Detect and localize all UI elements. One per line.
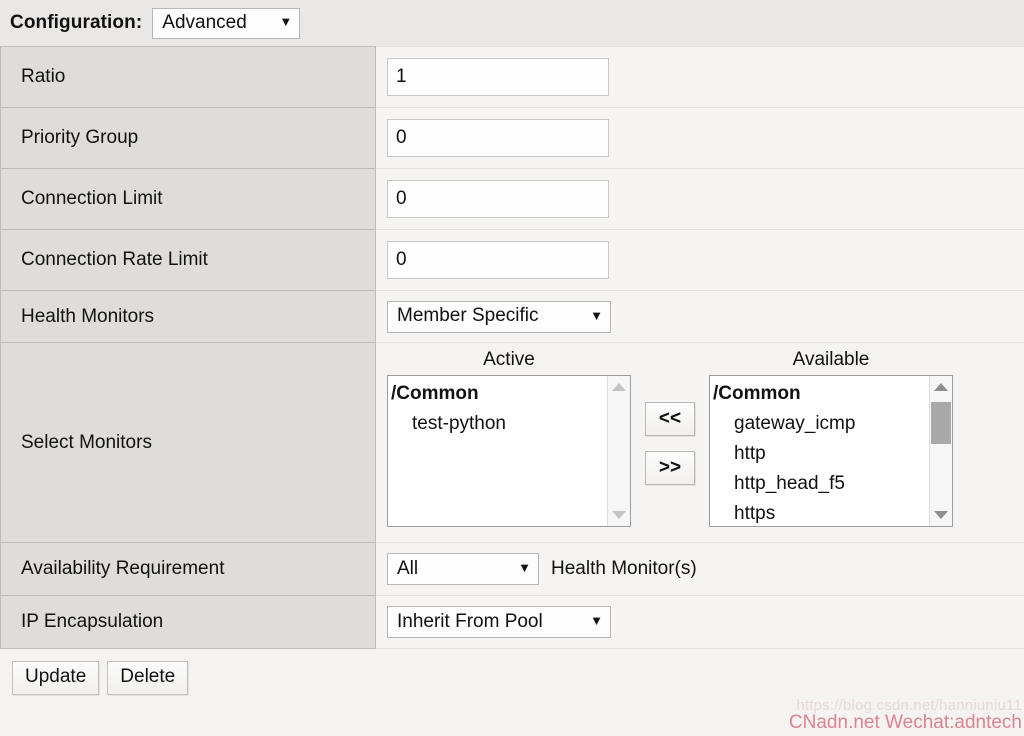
table-row: Priority Group 0 xyxy=(0,107,1024,169)
monitor-dual-list: Active /Common test-python << >> Availab… xyxy=(376,343,1024,527)
row-label-ratio: Ratio xyxy=(0,46,376,108)
priority-group-input[interactable]: 0 xyxy=(387,119,609,157)
table-row: IP Encapsulation Inherit From Pool ▼ xyxy=(0,595,1024,649)
active-monitors-listbox[interactable]: /Common test-python xyxy=(387,375,631,527)
active-monitors-items: /Common test-python xyxy=(388,376,630,439)
available-listbox-scrollbar[interactable] xyxy=(929,376,952,526)
configuration-header: Configuration: Advanced ▼ xyxy=(0,0,1024,46)
connection-rate-limit-input[interactable]: 0 xyxy=(387,241,609,279)
list-item[interactable]: https xyxy=(713,499,952,526)
chevron-down-icon: ▼ xyxy=(518,560,531,575)
update-button[interactable]: Update xyxy=(12,661,100,695)
connection-limit-input[interactable]: 0 xyxy=(387,180,609,218)
row-label-priority-group: Priority Group xyxy=(0,107,376,169)
chevron-down-icon: ▼ xyxy=(590,307,603,323)
delete-button[interactable]: Delete xyxy=(107,661,189,695)
row-label-select-monitors: Select Monitors xyxy=(0,342,376,543)
row-value-select-monitors: Active /Common test-python << >> Availab… xyxy=(375,342,1024,543)
form-actions: Update Delete xyxy=(0,649,1024,695)
row-value-connection-rate-limit: 0 xyxy=(375,229,1024,291)
table-row: Select Monitors Active /Common test-pyth… xyxy=(0,342,1024,543)
table-row: Connection Rate Limit 0 xyxy=(0,229,1024,291)
table-row: Ratio 1 xyxy=(0,46,1024,108)
available-monitors-items: /Common gateway_icmp http http_head_f5 h… xyxy=(710,376,952,526)
row-value-ratio: 1 xyxy=(375,46,1024,108)
chevron-down-icon: ▼ xyxy=(279,14,293,29)
availability-requirement-dropdown[interactable]: All ▼ xyxy=(387,553,539,585)
page-title: Configuration: xyxy=(10,12,143,33)
scrollbar-thumb[interactable] xyxy=(931,402,951,444)
row-value-priority-group: 0 xyxy=(375,107,1024,169)
available-monitors-column: Available /Common gateway_icmp http http… xyxy=(709,350,953,527)
list-item[interactable]: gateway_icmp xyxy=(713,409,952,439)
row-value-health-monitors: Member Specific ▼ xyxy=(375,290,1024,343)
row-value-availability-requirement: All ▼ Health Monitor(s) xyxy=(375,542,1024,596)
scroll-up-icon[interactable] xyxy=(608,376,630,398)
configuration-dropdown[interactable]: Advanced ▼ xyxy=(152,7,301,39)
active-list-caption: Active xyxy=(483,349,535,370)
row-label-ip-encapsulation: IP Encapsulation xyxy=(0,595,376,649)
row-label-health-monitors: Health Monitors xyxy=(0,290,376,343)
availability-row: All ▼ Health Monitor(s) xyxy=(387,553,1024,585)
availability-suffix-label: Health Monitor(s) xyxy=(551,558,697,579)
available-list-caption: Available xyxy=(792,349,870,370)
list-item[interactable]: /Common xyxy=(391,379,630,409)
ip-encapsulation-dropdown[interactable]: Inherit From Pool ▼ xyxy=(387,606,611,638)
ip-encapsulation-dropdown-value: Inherit From Pool xyxy=(397,610,543,632)
list-item[interactable]: /Common xyxy=(713,379,952,409)
table-row: Availability Requirement All ▼ Health Mo… xyxy=(0,542,1024,596)
scroll-down-icon[interactable] xyxy=(930,504,952,526)
watermark-url: https://blog.csdn.net/hanniuniu11 xyxy=(796,696,1022,714)
row-value-connection-limit: 0 xyxy=(375,168,1024,230)
available-monitors-listbox[interactable]: /Common gateway_icmp http http_head_f5 h… xyxy=(709,375,953,527)
list-item[interactable]: http_head_f5 xyxy=(713,469,952,499)
row-label-connection-limit: Connection Limit xyxy=(0,168,376,230)
row-label-availability-requirement: Availability Requirement xyxy=(0,542,376,596)
active-listbox-scrollbar[interactable] xyxy=(607,376,630,526)
active-monitors-column: Active /Common test-python xyxy=(387,350,631,527)
health-monitors-dropdown[interactable]: Member Specific ▼ xyxy=(387,300,611,333)
move-left-button[interactable]: << xyxy=(645,402,695,436)
scroll-down-icon[interactable] xyxy=(608,504,630,526)
list-item[interactable]: test-python xyxy=(391,409,630,439)
table-row: Health Monitors Member Specific ▼ xyxy=(0,290,1024,343)
chevron-down-icon: ▼ xyxy=(590,613,603,628)
list-item[interactable]: http xyxy=(713,439,952,469)
configuration-dropdown-value: Advanced xyxy=(162,11,247,33)
ratio-input[interactable]: 1 xyxy=(387,58,609,96)
health-monitors-dropdown-value: Member Specific xyxy=(397,305,539,327)
configuration-table: Ratio 1 Priority Group 0 Connection Limi… xyxy=(0,46,1024,649)
watermark-text: CNadn.net Wechat:adntech xyxy=(788,712,1022,734)
table-row: Connection Limit 0 xyxy=(0,168,1024,230)
move-right-button[interactable]: >> xyxy=(645,451,695,485)
watermark: https://blog.csdn.net/hanniuniu11 CNadn.… xyxy=(788,696,1022,734)
row-value-ip-encapsulation: Inherit From Pool ▼ xyxy=(375,595,1024,649)
row-label-connection-rate-limit: Connection Rate Limit xyxy=(0,229,376,291)
scroll-up-icon[interactable] xyxy=(930,376,952,398)
availability-requirement-dropdown-value: All xyxy=(397,557,419,579)
monitor-transfer-buttons: << >> xyxy=(645,402,695,485)
